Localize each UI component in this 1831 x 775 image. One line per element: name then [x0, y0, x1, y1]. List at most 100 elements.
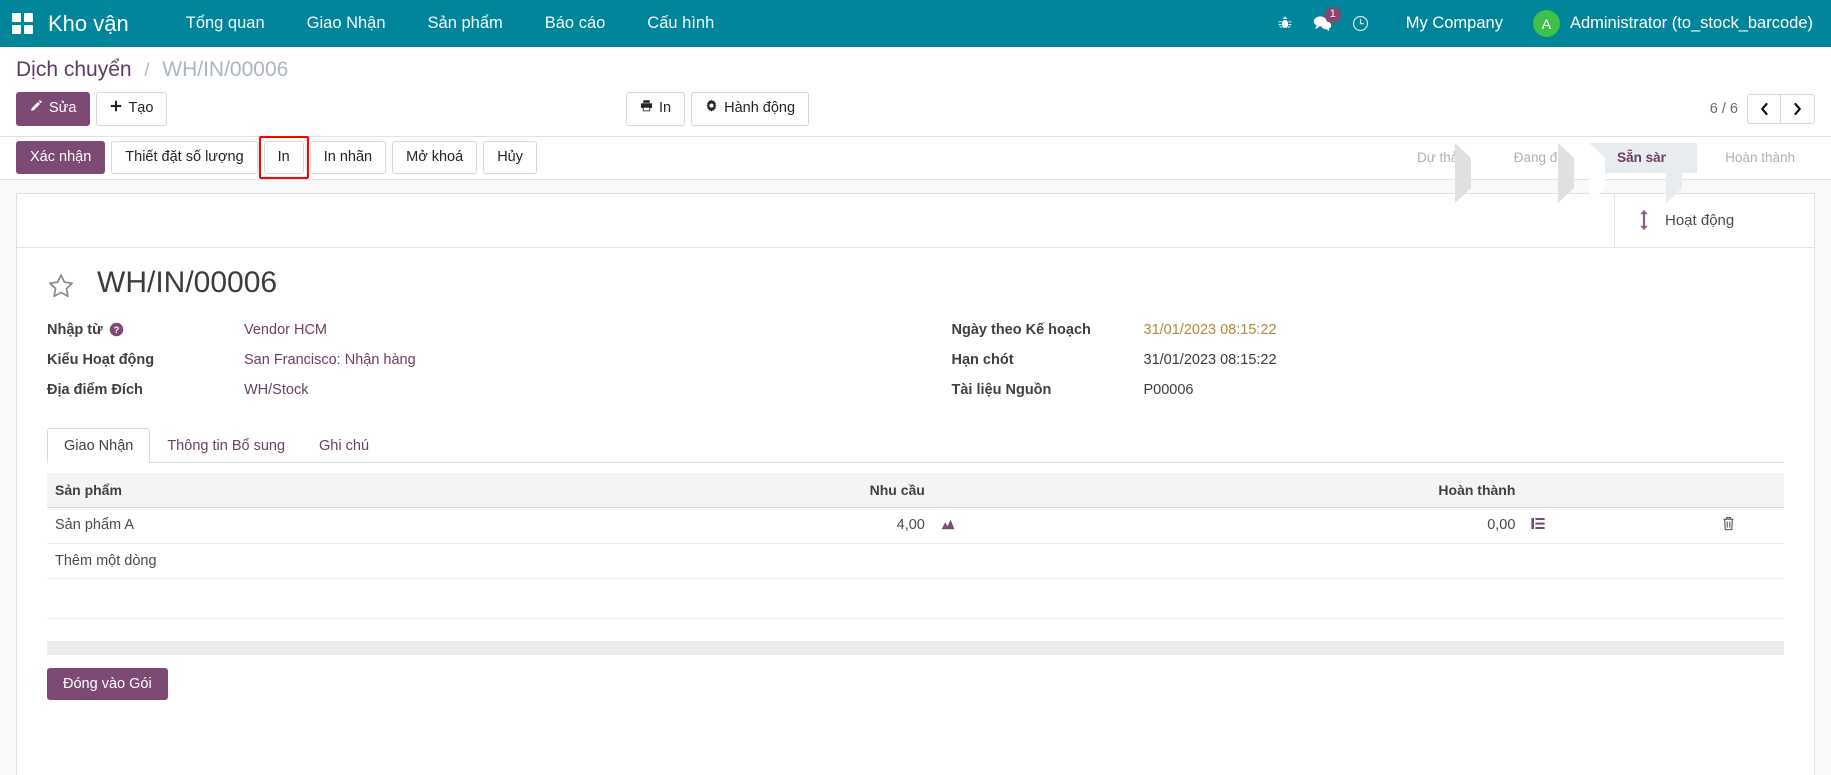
field-value-scheduled-date[interactable]: 31/01/2023 08:15:22	[1127, 322, 1277, 338]
tab-additional-info[interactable]: Thông tin Bổ sung	[150, 428, 302, 463]
status-stage-draft[interactable]: Dự thảo	[1399, 143, 1486, 173]
arrows-vertical-icon	[1637, 209, 1651, 231]
app-brand[interactable]: Kho vận	[48, 11, 129, 37]
column-header-actions	[1714, 473, 1784, 508]
breadcrumb-current: WH/IN/00006	[162, 58, 288, 81]
status-stage-ready[interactable]: Sẵn sàng	[1589, 143, 1697, 173]
put-in-pack-button[interactable]: Đóng vào Gói	[47, 668, 168, 700]
field-label-scheduled-date: Ngày theo Kế hoạch	[952, 322, 1127, 338]
control-panel-buttons: Sửa Tạo	[16, 86, 1815, 136]
field-value-source-document[interactable]: P00006	[1127, 382, 1194, 398]
add-line-button[interactable]: Thêm một dòng	[47, 544, 1784, 579]
svg-text:?: ?	[113, 325, 119, 335]
field-source-location: Nhập từ ? Vendor HCM	[47, 322, 916, 338]
set-quantities-button[interactable]: Thiết đặt số lượng	[111, 141, 257, 173]
pager-next-button[interactable]	[1781, 94, 1815, 124]
status-stage-waiting[interactable]: Đang đợi	[1486, 143, 1589, 173]
fields-column-left: Nhập từ ? Vendor HCM Kiểu Hoạt động San …	[47, 322, 916, 412]
notebook: Giao Nhận Thông tin Bổ sung Ghi chú Sản …	[17, 418, 1814, 655]
main-menu: Tổng quan Giao Nhận Sản phẩm Báo cáo Cấu…	[165, 0, 736, 47]
unlock-button[interactable]: Mở khoá	[392, 141, 477, 173]
pager-buttons	[1747, 94, 1815, 124]
pager-previous-button[interactable]	[1747, 94, 1781, 124]
clock-icon[interactable]	[1342, 0, 1380, 47]
menu-item-overview[interactable]: Tổng quan	[165, 0, 286, 47]
cancel-button[interactable]: Hủy	[483, 141, 537, 173]
detailed-operations-icon[interactable]	[1531, 517, 1545, 530]
navbar-right-tools: 1 My Company A Administrator (to_stock_b…	[1266, 0, 1813, 47]
notebook-tabs: Giao Nhận Thông tin Bổ sung Ghi chú	[47, 428, 1784, 463]
cell-done[interactable]: 0,00	[1124, 507, 1524, 543]
record-title-block: WH/IN/00006	[17, 248, 1814, 306]
column-header-spacer-2	[933, 473, 1124, 508]
menu-item-configuration[interactable]: Cấu hình	[626, 0, 735, 47]
field-label-text: Nhập từ	[47, 322, 103, 338]
breadcrumb: Dịch chuyển / WH/IN/00006	[16, 47, 1815, 86]
status-pipeline: Dự thảo Đang đợi Sẵn sàng Hoàn thành	[1399, 143, 1815, 173]
create-button[interactable]: Tạo	[96, 92, 167, 126]
field-deadline: Hạn chót 31/01/2023 08:15:22	[952, 352, 1785, 368]
field-label-destination-location: Địa điểm Đích	[47, 382, 227, 398]
action-button-label: Hành động	[724, 99, 795, 119]
forecast-chart-icon[interactable]	[941, 517, 955, 530]
stat-button-activities[interactable]: Hoạt động	[1614, 194, 1814, 247]
gear-icon	[705, 99, 718, 119]
avatar: A	[1533, 10, 1560, 37]
field-value-source-location[interactable]: Vendor HCM	[227, 322, 327, 338]
pager-count: 6 / 6	[1710, 101, 1738, 117]
table-body: Sản phẩm A 4,00 0,00	[47, 507, 1784, 543]
stat-button-label: Hoạt động	[1665, 212, 1734, 229]
print-button-label: In	[659, 99, 671, 119]
fields-area: Nhập từ ? Vendor HCM Kiểu Hoạt động San …	[17, 306, 1814, 418]
edit-button-label: Sửa	[49, 99, 76, 119]
cp-dropdowns: In Hành động	[626, 92, 809, 126]
field-source-document: Tài liệu Nguồn P00006	[952, 382, 1785, 398]
column-header-spacer-3	[1523, 473, 1714, 508]
form-sheet: Hoạt động WH/IN/00006 Nhập từ	[16, 193, 1815, 775]
field-value-deadline[interactable]: 31/01/2023 08:15:22	[1127, 352, 1277, 368]
column-header-product: Sản phẩm	[47, 473, 481, 508]
company-switcher[interactable]: My Company	[1380, 14, 1519, 33]
plus-icon	[110, 99, 122, 119]
field-label-source-location: Nhập từ ?	[47, 322, 227, 338]
cell-demand-icon	[933, 507, 1124, 543]
field-operation-type: Kiểu Hoạt động San Francisco: Nhận hàng	[47, 352, 916, 368]
page-title: WH/IN/00006	[97, 266, 277, 300]
messages-badge: 1	[1325, 7, 1341, 23]
action-dropdown-button[interactable]: Hành động	[691, 92, 809, 126]
star-outline-icon[interactable]	[47, 266, 75, 300]
cell-delete	[1714, 507, 1784, 543]
bug-icon[interactable]	[1266, 0, 1304, 47]
cell-demand[interactable]: 4,00	[724, 507, 932, 543]
menu-item-products[interactable]: Sản phẩm	[407, 0, 524, 47]
apps-grid-icon[interactable]	[12, 13, 34, 35]
print-button[interactable]: In	[264, 141, 304, 173]
table-empty-strip	[47, 579, 1784, 619]
field-label-deadline: Hạn chót	[952, 352, 1127, 368]
menu-item-transfers[interactable]: Giao Nhận	[286, 0, 407, 47]
trash-icon[interactable]	[1722, 516, 1735, 531]
print-label-button[interactable]: In nhãn	[310, 141, 386, 173]
breadcrumb-root[interactable]: Dịch chuyển	[16, 58, 132, 81]
control-panel: Dịch chuyển / WH/IN/00006 Sửa	[0, 47, 1831, 137]
status-stage-done[interactable]: Hoàn thành	[1697, 143, 1815, 173]
field-value-operation-type[interactable]: San Francisco: Nhận hàng	[227, 352, 416, 368]
sheet-footer: Đóng vào Gói	[17, 655, 1814, 713]
edit-button[interactable]: Sửa	[16, 92, 90, 126]
validate-button[interactable]: Xác nhận	[16, 141, 105, 173]
column-header-spacer-1	[481, 473, 724, 508]
print-dropdown-button[interactable]: In	[626, 92, 685, 126]
cell-product[interactable]: Sản phẩm A	[47, 507, 481, 543]
operations-table: Sản phẩm Nhu cầu Hoàn thành Sản phẩm A 4…	[47, 473, 1784, 544]
tab-notes[interactable]: Ghi chú	[302, 428, 386, 463]
field-value-destination-location[interactable]: WH/Stock	[227, 382, 308, 398]
tab-operations[interactable]: Giao Nhận	[47, 428, 150, 463]
user-menu[interactable]: A Administrator (to_stock_barcode)	[1519, 10, 1813, 37]
table-row[interactable]: Sản phẩm A 4,00 0,00	[47, 507, 1784, 543]
menu-item-reporting[interactable]: Báo cáo	[524, 0, 627, 47]
column-header-done: Hoàn thành	[1124, 473, 1524, 508]
table-head: Sản phẩm Nhu cầu Hoàn thành	[47, 473, 1784, 508]
question-circle-icon[interactable]: ?	[109, 322, 124, 337]
pager: 6 / 6	[1710, 94, 1815, 124]
messages-icon[interactable]: 1	[1304, 0, 1342, 47]
